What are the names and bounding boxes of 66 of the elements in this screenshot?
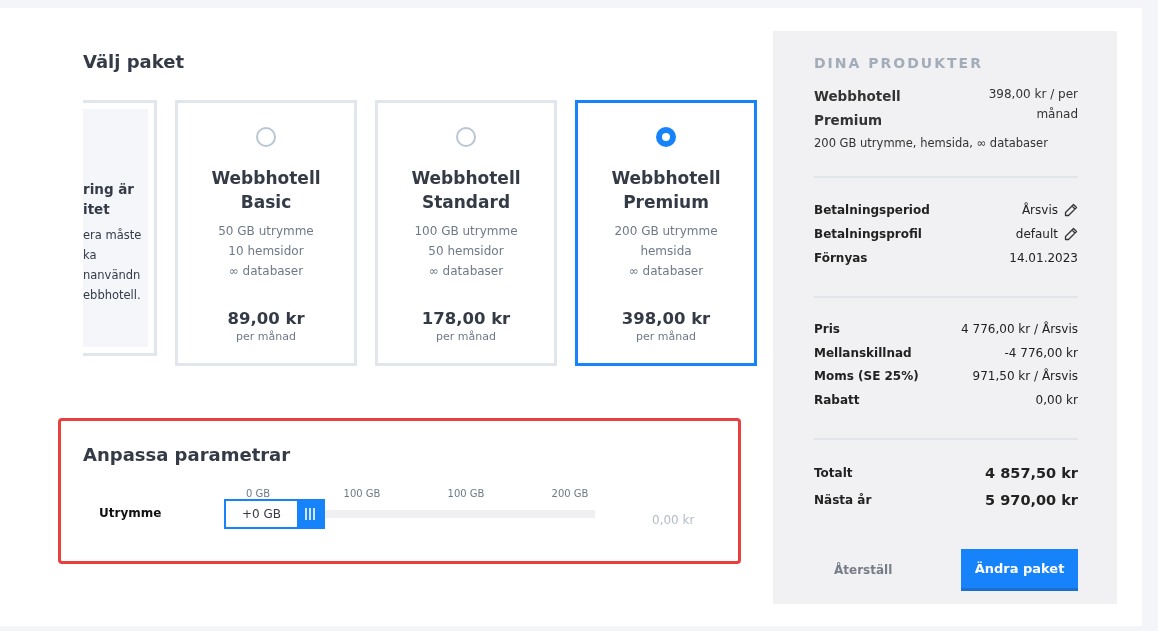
feature-text: nanvändn [83,267,142,284]
row-label: Förnyas [814,250,868,267]
row-label: Rabatt [814,391,860,409]
value-text: Årsvis [1021,201,1058,219]
reset-button[interactable]: Återställ [814,553,913,587]
feature-text: ebbhotell. [83,287,142,304]
card-title: ring är [83,180,136,199]
slider-thumb[interactable]: +0 GB [223,499,325,529]
value-text: 5 970,00 kr [985,491,1078,510]
tick-label: 200 GB [550,488,590,499]
value-text: 971,50 kr / Årsvis [972,367,1078,385]
section-title: Anpassa parametrar [83,443,292,467]
row-label: Totalt [814,465,853,482]
package-card[interactable]: Webbhotell Premium 200 GB utrymme hemsida ∞ databaser 398,00 kr per månad [575,100,757,366]
parameter-label: Utrymme [98,506,163,520]
feature-text: 50 GB utrymme [218,223,314,240]
feature-text: era måste [83,227,143,244]
grip-icon [304,508,315,520]
package-card[interactable]: Webbhotell Basic 50 GB utrymme 10 hemsidor ∞ databaser 89,00 kr per månad [175,100,357,366]
card-title: Webbhotell Premium [610,167,722,214]
card-title: itet [83,200,111,219]
pencil-icon[interactable] [1064,227,1078,241]
panel-title: DINA PRODUKTER [814,55,984,71]
period-text: per månad [236,330,296,343]
value-text: -4 776,00 kr [1004,344,1078,362]
feature-text: 10 hemsidor [227,243,305,260]
value-text: default [1015,226,1058,243]
card-title: Webbhotell Basic [210,167,322,214]
value-text: 4 857,50 kr [985,464,1078,483]
radio-button[interactable] [456,127,476,147]
price-text: 89,00 kr [227,308,305,330]
period-text: per månad [436,330,496,343]
price-text: 398,00 kr [621,308,711,330]
feature-text: ∞ databaser [227,263,305,280]
product-price: 398,00 kr / per månad [987,86,1078,123]
radio-button[interactable] [256,127,276,147]
feature-text: ∞ databaser [627,263,705,280]
feature-text: ka [83,247,98,264]
feature-text: 50 hemsidor [427,243,505,260]
tick-label: 0 GB [244,488,272,499]
card-title: Webbhotell Standard [410,167,522,214]
value-text: 14.01.2023 [1009,250,1078,267]
row-label: Nästa år [814,492,872,509]
feature-text: hemsida [639,243,693,260]
tick-label: 100 GB [342,488,382,499]
row-label: Mellanskillnad [814,344,912,362]
price-text: 0,00 kr [652,513,695,527]
tick-label: 100 GB [446,488,486,499]
product-description: 200 GB utrymme, hemsida, ∞ databaser [814,136,1049,150]
row-label: Moms (SE 25%) [814,368,919,385]
row-label: Pris [814,321,840,338]
period-text: per månad [636,330,696,343]
pencil-icon[interactable] [1064,203,1078,217]
feature-text: 200 GB utrymme [614,223,718,240]
section-title: Välj paket [83,50,186,74]
price-text: 178,00 kr [421,308,511,330]
feature-text: ∞ databaser [427,263,505,280]
radio-button[interactable] [656,127,676,147]
row-label: Betalningsperiod [814,202,930,219]
value-text: 0,00 kr [1035,391,1078,409]
row-label: Betalningsprofil [814,226,922,243]
feature-text: 100 GB utrymme [414,223,518,240]
package-card[interactable]: Webbhotell Standard 100 GB utrymme 50 hemsidor ∞ databaser 178,00 kr per månad [375,100,557,366]
value-text: 4 776,00 kr / Årsvis [961,320,1078,338]
change-package-button[interactable]: Ändra paket [961,549,1078,591]
product-name: Webbhotell Premium [814,87,902,130]
